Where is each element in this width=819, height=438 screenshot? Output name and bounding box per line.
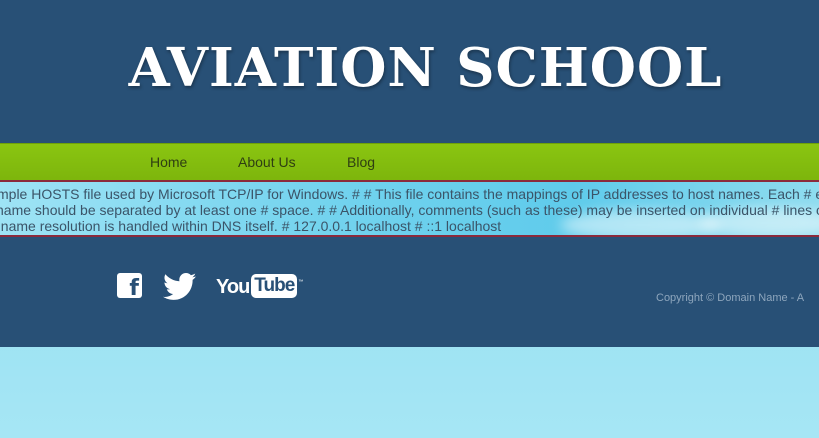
- youtube-you-text: You: [216, 276, 250, 298]
- youtube-tm: ™: [298, 279, 304, 285]
- site-header: AVIATION SCHOOL: [0, 0, 819, 143]
- nav-item-blog[interactable]: Blog: [347, 154, 375, 170]
- content-banner: mple HOSTS file used by Microsoft TCP/IP…: [0, 180, 819, 237]
- twitter-bird-icon: [163, 273, 197, 300]
- youtube-icon[interactable]: You Tube ™: [216, 273, 303, 301]
- text-line: t name resolution is handled within DNS …: [0, 218, 502, 234]
- main-nav: Home About Us Blog: [0, 143, 819, 181]
- text-line: mple HOSTS file used by Microsoft TCP/IP…: [0, 186, 819, 202]
- copyright-text: Copyright © Domain Name - A: [656, 292, 805, 304]
- nav-item-home[interactable]: Home: [150, 154, 187, 170]
- site-title[interactable]: AVIATION SCHOOL: [0, 30, 819, 106]
- site-footer: f You Tube ™ Copyright © Domain Name - A: [0, 237, 819, 347]
- nav-item-about-us[interactable]: About Us: [238, 154, 296, 170]
- text-line: name should be separated by at least one…: [0, 202, 819, 218]
- facebook-glyph: f: [129, 276, 139, 301]
- hosts-file-text: mple HOSTS file used by Microsoft TCP/IP…: [0, 186, 819, 234]
- twitter-icon[interactable]: [161, 273, 199, 301]
- facebook-icon[interactable]: f: [117, 273, 142, 301]
- youtube-tube-text: Tube: [251, 274, 298, 298]
